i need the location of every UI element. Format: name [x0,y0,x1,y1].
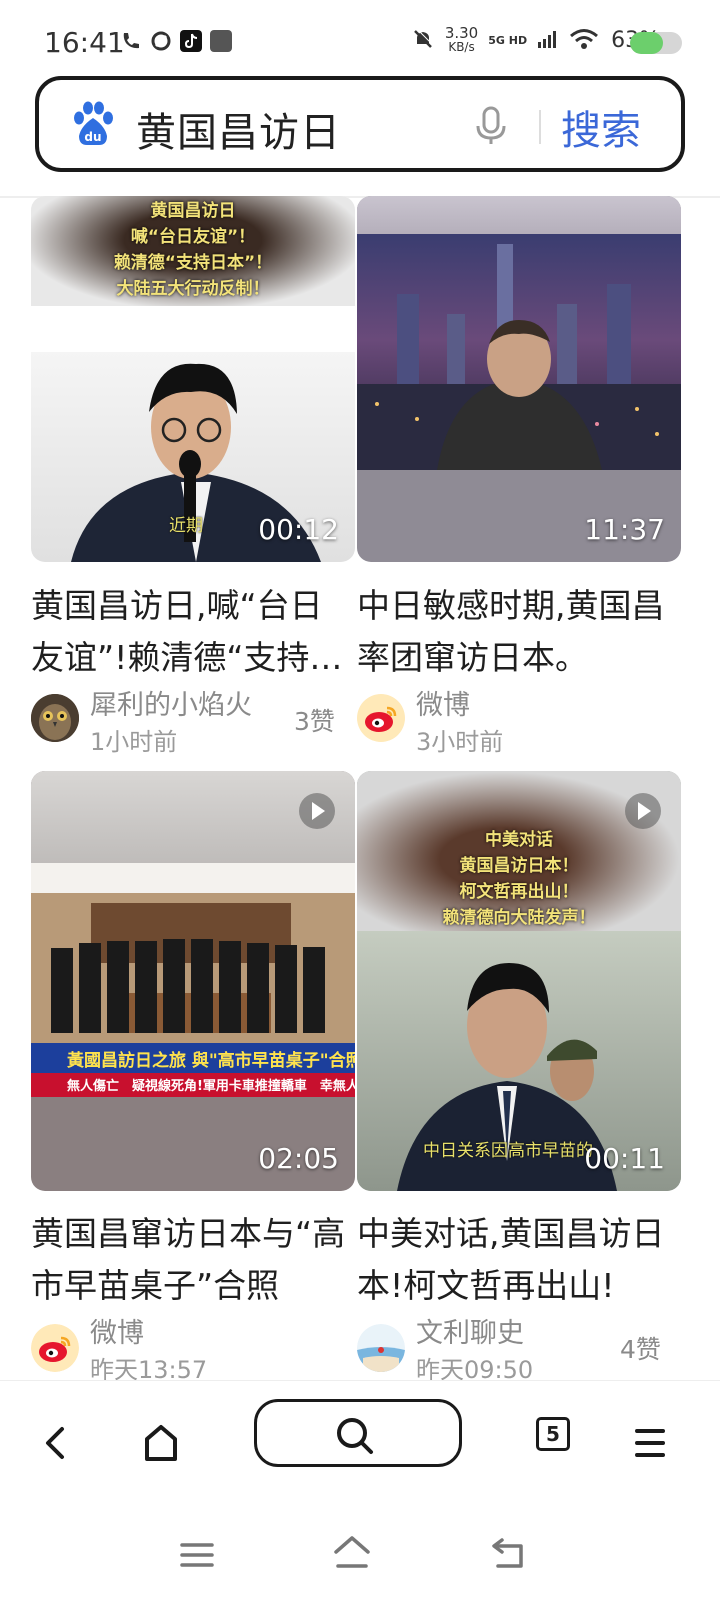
home-icon[interactable] [144,1421,178,1465]
back-icon[interactable] [40,1421,70,1465]
signal-icon [537,30,559,51]
like-count[interactable]: 3赞 [294,702,335,738]
video-duration: 11:37 [584,513,665,546]
tiktok-icon [180,30,202,52]
call-icon [120,30,142,52]
bottom-toolbar: 5 [0,1380,720,1500]
video-duration: 00:11 [584,1142,665,1175]
author-name[interactable]: 犀利的小焰火 [90,683,252,722]
video-thumbnail[interactable]: 黄国昌访日 喊“台日友谊”！ 赖清德“支持日本”！ 大陆五大行动反制！ 近期 0… [31,196,355,562]
svg-text:du: du [84,130,101,144]
system-home-icon[interactable] [332,1534,372,1574]
video-duration: 00:12 [258,513,339,546]
menu-icon[interactable] [634,1421,666,1465]
author-name[interactable]: 微博 [90,1311,144,1350]
wifi-icon [569,28,599,53]
video-title[interactable]: 黄国昌访日,喊“台日友谊”!赖清德“支持日本”!大陆五大行动反制! [31,580,347,684]
video-thumbnail[interactable]: 黃國昌訪日之旅 與"高市早苗桌子"合照 無人傷亡 疑視線死角!軍用卡車推撞轎車 … [31,771,355,1191]
search-button[interactable]: 搜索 [561,98,641,156]
video-title[interactable]: 中日敏感时期,黄国昌率团窜访日本。 [357,580,673,684]
tabs-button[interactable]: 5 [536,1417,570,1451]
battery-fill [630,32,663,54]
recent-apps-icon[interactable] [180,1538,214,1576]
system-navigation-bar [0,1500,720,1608]
author-name[interactable]: 文利聊史 [416,1311,524,1350]
author-name[interactable]: 微博 [416,683,470,722]
thumbnail-caption: 中日关系因高市早苗的 [423,1141,593,1161]
author-avatar[interactable] [357,1324,405,1372]
system-back-icon[interactable] [490,1536,526,1574]
battery-icon [630,32,682,54]
microphone-icon[interactable] [473,106,509,146]
status-time: 16:41 [44,26,125,59]
net-speed: 3.30 KB/s [444,24,479,55]
video-thumbnail[interactable]: 中美对话 黄国昌访日本！ 柯文哲再出山！ 赖清德向大陆发声！ 中日关系因高市早苗… [357,771,681,1191]
thumbnail-overlay-text: 中美对话 黄国昌访日本！ 柯文哲再出山！ 赖清德向大陆发声！ [442,830,596,928]
post-time: 1小时前 [90,728,178,756]
author-avatar[interactable] [31,694,79,742]
thumbnail-caption: 近期 [169,516,203,536]
play-icon[interactable] [299,793,335,829]
mute-icon [411,27,435,54]
search-icon [337,1418,373,1454]
search-divider [539,110,541,144]
author-avatar[interactable] [357,694,405,742]
news-ticker-subline: 無人傷亡 疑視線死角!軍用卡車推撞轎車 幸無人 [67,1079,355,1094]
video-duration: 02:05 [258,1142,339,1175]
thumbnail-overlay-text: 黄国昌访日 喊“台日友谊”！ 赖清德“支持日本”！ 大陆五大行动反制！ [113,201,273,299]
search-input[interactable]: 黄国昌访日 [136,100,341,158]
video-thumbnail[interactable]: 11:37 [357,196,681,562]
baidu-logo-icon: du [69,100,117,148]
author-avatar[interactable] [31,1324,79,1372]
bottom-search-button[interactable] [254,1399,462,1467]
link-icon [150,30,172,52]
search-box[interactable]: du 黄国昌访日 搜索 [35,76,685,172]
video-title[interactable]: 黄国昌窜访日本与“高市早苗桌子”合照 [31,1208,347,1312]
like-count[interactable]: 4赞 [620,1330,661,1366]
play-icon[interactable] [625,793,661,829]
video-title[interactable]: 中美对话,黄国昌访日本!柯文哲再出山! [357,1208,673,1312]
status-bar: 16:41 3.30 KB/s 5G HD 63% [0,0,720,80]
thumbnail-photo [357,234,681,470]
thumbnail-top-blur [357,196,681,234]
post-time: 3小时前 [416,728,504,756]
thumbnail-photo: 黃國昌訪日之旅 與"高市早苗桌子"合照 無人傷亡 疑視線死角!軍用卡車推撞轎車 … [31,863,355,1097]
news-ticker-headline: 黃國昌訪日之旅 與"高市早苗桌子"合照 [67,1051,355,1071]
status-right: 3.30 KB/s 5G HD 63% [411,26,660,54]
network-type: 5G HD [488,33,528,47]
vivo-app-icon [210,30,232,52]
